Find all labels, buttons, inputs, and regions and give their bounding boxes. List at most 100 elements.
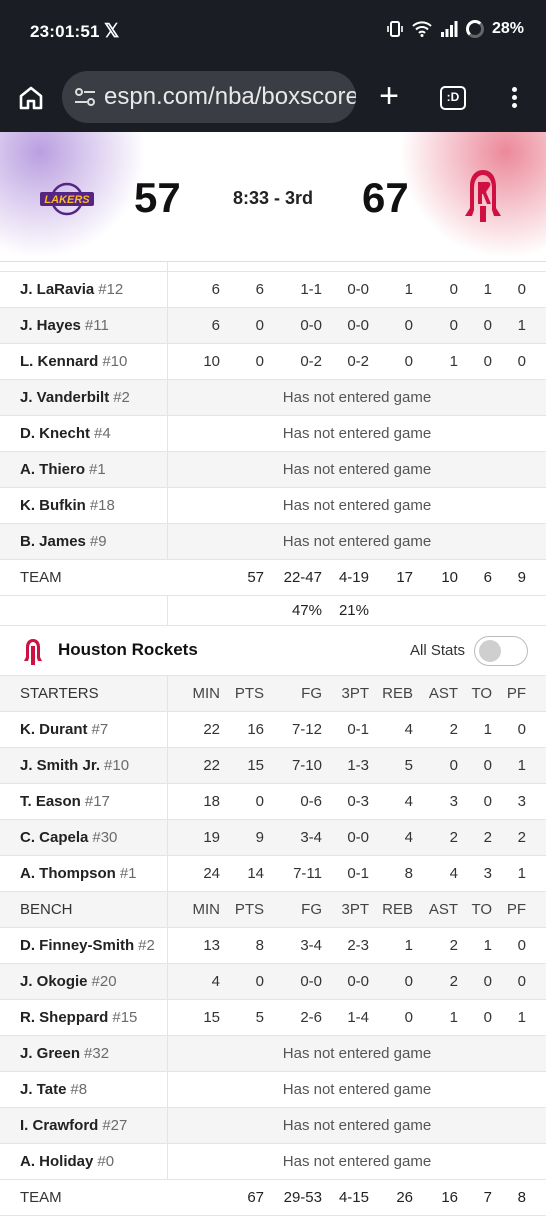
jersey-number: #4 bbox=[94, 425, 111, 442]
player-name-link[interactable]: R. Sheppard bbox=[20, 1009, 108, 1026]
col-pf: PF bbox=[506, 685, 526, 702]
tab-switcher-button[interactable]: :D bbox=[440, 86, 466, 110]
url-text[interactable]: espn.com/nba/boxscore bbox=[104, 83, 356, 111]
stat-fg: 0-2 bbox=[300, 353, 322, 370]
stat-ast: 0 bbox=[449, 757, 458, 774]
stat-fg: 3-4 bbox=[300, 829, 322, 846]
stat-min: 19 bbox=[203, 829, 220, 846]
jersey-number: #18 bbox=[89, 497, 115, 514]
player-name-link[interactable]: A. Thiero bbox=[20, 461, 85, 478]
status-bar: 23:01:51 𝕏 28% bbox=[0, 0, 546, 64]
stat-pts: 0 bbox=[255, 793, 264, 810]
boxscore: J. LaRavia #12 6 6 1-1 0-0 1 0 1 0 J. Hayes #1 1 6 0 0-… bbox=[0, 262, 546, 1216]
team-fg: 29-53 bbox=[283, 1189, 322, 1206]
stat-to: 1 bbox=[483, 937, 492, 954]
team-name: Houston Rockets bbox=[58, 640, 198, 659]
player-name-link[interactable]: K. Bufkin bbox=[20, 497, 86, 514]
player-name-link[interactable]: I. Crawford bbox=[20, 1117, 98, 1134]
col-ast: AST bbox=[428, 901, 458, 918]
wifi-icon bbox=[412, 21, 432, 37]
stat-pf: 0 bbox=[517, 973, 526, 990]
stat-pf: 1 bbox=[517, 1009, 526, 1026]
player-row: L. Kennard #10 10 0 0-2 0-2 0 1 0 0 bbox=[0, 344, 546, 380]
player-row: J. Tate #8 Has not entered game bbox=[0, 1072, 546, 1108]
player-name-link[interactable]: J. LaRavia bbox=[20, 281, 94, 298]
jersey-number: #11 bbox=[84, 317, 109, 334]
player-name-link[interactable]: J. Vanderbilt bbox=[20, 389, 109, 406]
stat-3pt: 0-0 bbox=[347, 973, 369, 990]
col-reb: REB bbox=[382, 901, 413, 918]
home-icon[interactable] bbox=[17, 84, 45, 112]
player-name-cell: J. LaRavia #12 bbox=[0, 272, 168, 308]
stat-pts: 8 bbox=[255, 937, 264, 954]
team-label: TEAM bbox=[20, 569, 62, 586]
stat-reb: 1 bbox=[404, 937, 413, 954]
player-name-link[interactable]: J. Okogie bbox=[20, 973, 88, 990]
dnp-status: Has not entered game bbox=[282, 425, 432, 442]
stat-reb: 5 bbox=[404, 757, 413, 774]
lakers-team-totals: TEAM 57 22-47 4-19 17 10 6 9 bbox=[0, 560, 546, 596]
stat-pts: 14 bbox=[247, 865, 264, 882]
battery-icon bbox=[465, 20, 484, 38]
player-name-link[interactable]: J. Tate bbox=[20, 1081, 66, 1098]
player-row: B. James #9 Has not entered game bbox=[0, 524, 546, 560]
player-name-cell: J. Okogie #20 bbox=[0, 964, 168, 1000]
all-stats-toggle[interactable] bbox=[474, 636, 528, 666]
player-name-link[interactable]: A. Thompson bbox=[20, 865, 116, 882]
col-fg: FG bbox=[301, 901, 322, 918]
player-name-link[interactable]: D. Knecht bbox=[20, 425, 90, 442]
player-name-link[interactable]: J. Green bbox=[20, 1045, 80, 1062]
player-row: J. LaRavia #12 6 6 1-1 0-0 1 0 1 0 bbox=[0, 272, 546, 308]
stat-reb: 4 bbox=[404, 793, 413, 810]
player-name-link[interactable]: D. Finney-Smith bbox=[20, 937, 134, 954]
stat-ast: 2 bbox=[449, 721, 458, 738]
dnp-status: Has not entered game bbox=[282, 1045, 432, 1062]
stat-ast: 2 bbox=[449, 973, 458, 990]
address-bar[interactable]: espn.com/nba/boxscore bbox=[62, 71, 356, 123]
stat-pf: 3 bbox=[517, 793, 526, 810]
player-name-cell: A. Thiero #1 bbox=[0, 452, 168, 488]
stat-to: 2 bbox=[483, 829, 492, 846]
player-row: R. Sheppard #15 15 5 2-6 1-4 0 1 0 1 bbox=[0, 1000, 546, 1036]
stat-reb: 1 bbox=[404, 281, 413, 298]
team-reb: 17 bbox=[396, 569, 413, 586]
stat-ast: 3 bbox=[449, 793, 458, 810]
player-name-link[interactable]: C. Capela bbox=[20, 829, 88, 846]
dnp-status: Has not entered game bbox=[282, 533, 432, 550]
player-name-cell: I. Crawford #27 bbox=[0, 1108, 168, 1144]
new-tab-icon[interactable]: + bbox=[374, 79, 404, 113]
site-settings-icon[interactable] bbox=[74, 87, 96, 107]
player-row: I. Crawford #27 Has not entered game bbox=[0, 1108, 546, 1144]
player-row: A. Holiday #0 Has not entered game bbox=[0, 1144, 546, 1180]
stat-fg: 0-6 bbox=[300, 793, 322, 810]
stat-reb: 0 bbox=[404, 317, 413, 334]
player-name-cell: D. Knecht #4 bbox=[0, 416, 168, 452]
stat-to: 0 bbox=[483, 793, 492, 810]
player-name-link[interactable]: A. Holiday bbox=[20, 1153, 93, 1170]
team-pts: 67 bbox=[247, 1189, 264, 1206]
stat-to: 1 bbox=[483, 721, 492, 738]
player-name-cell: A. Holiday #0 bbox=[0, 1144, 168, 1180]
player-name-link[interactable]: B. James bbox=[20, 533, 86, 550]
stat-3pt: 0-0 bbox=[347, 829, 369, 846]
jersey-number: #32 bbox=[84, 1045, 110, 1062]
jersey-number: #1 bbox=[119, 865, 137, 882]
stat-3pt: 1-4 bbox=[347, 1009, 369, 1026]
col-ast: AST bbox=[428, 685, 458, 702]
rockets-logo[interactable] bbox=[460, 168, 506, 226]
player-name-link[interactable]: J. Smith Jr. bbox=[20, 757, 100, 774]
player-name-link[interactable]: K. Durant bbox=[20, 721, 88, 738]
team-label: TEAM bbox=[20, 1189, 62, 1206]
stat-pts: 5 bbox=[255, 1009, 264, 1026]
player-name-link[interactable]: J. Hayes bbox=[20, 317, 81, 334]
dnp-status: Has not entered game bbox=[282, 1153, 432, 1170]
team-reb: 26 bbox=[396, 1189, 413, 1206]
player-row: J. Smith Jr. #10 22 15 7-10 1-3 5 0 0 1 bbox=[0, 748, 546, 784]
player-name-link[interactable]: T. Eason bbox=[20, 793, 81, 810]
player-row: J. Okogie #20 4 0 0-0 0-0 0 2 0 0 bbox=[0, 964, 546, 1000]
player-row: K. Bufkin #18 Has not entered game bbox=[0, 488, 546, 524]
more-menu-icon[interactable] bbox=[504, 84, 524, 112]
team-ast: 16 bbox=[441, 1189, 458, 1206]
player-name-link[interactable]: L. Kennard bbox=[20, 353, 98, 370]
dnp-status: Has not entered game bbox=[282, 1117, 432, 1134]
